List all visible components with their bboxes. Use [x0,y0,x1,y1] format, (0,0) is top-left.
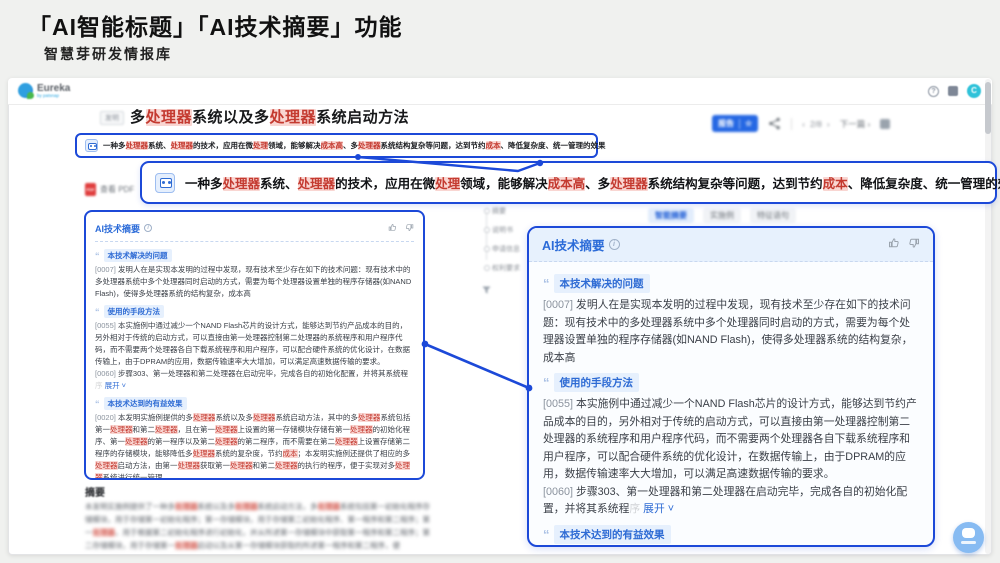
summary-section-label: 本技术解决的问题 [103,249,172,262]
panel-title: AI技术摘要 [542,239,605,253]
tab-smart-summary[interactable]: 智能摘要 [648,208,694,223]
panel-body: “本技术解决的问题 [0007] 发明人在是实现本发明的过程中发现，现有技术至少存… [529,262,933,546]
ai-robot-icon [85,139,98,152]
star-icon[interactable]: ☆ [745,119,752,128]
summary-tabs: 智能摘要 实施例 特征语句 [648,208,796,223]
report-button[interactable]: 报告 ☆ [712,115,759,132]
ai-summary-panel-magnified: AI技术摘要 i “本技术解决的问题 [0007] 发明人在是实现本发明的过程中发… [527,226,935,547]
quote-icon: “ [543,276,550,291]
summary-section: “本技术达到的有益效果 [0020] 本发明实施例提供的多处理器系统以及多处理器系… [95,397,414,480]
view-pdf-link[interactable]: PDF 查看 PDF [85,183,134,196]
ai-title-line: 一种多处理器系统、处理器的技术，应用在微处理领域，能够解决成本高、多处理器系统结… [75,133,606,158]
filter-icon[interactable] [482,286,491,295]
report-label: 报告 [718,119,734,128]
expand-link[interactable]: 展开 ˅ [640,503,674,515]
paragraph-ref: [0055] [95,321,118,330]
slide: 「AI智能标题」「AI技术摘要」功能 智慧芽研发情报库 Eureka by pa… [0,0,1000,563]
summary-section-label: 本技术达到的有益效果 [103,397,187,410]
quote-icon: “ [95,250,100,261]
summary-section: “使用的手段方法 [0055] 本实施例中通过减少一个NAND Flash芯片的设… [95,305,414,392]
summary-section-label: 使用的手段方法 [553,373,639,392]
summary-section-label: 本技术达到的有益效果 [553,524,671,544]
thumbs-down-icon[interactable] [908,236,920,254]
tab-feature-sentences[interactable]: 特征语句 [750,208,796,223]
panel-title: AI技术摘要 [95,223,141,234]
ai-robot-icon [155,172,175,193]
quote-icon: “ [95,306,100,317]
pdf-icon: PDF [85,183,96,196]
quote-icon: “ [543,375,550,390]
expand-link[interactable]: 展开 ˅ [103,381,126,390]
prev-page-icon[interactable]: ‹ [802,119,805,129]
slide-title: 「AI智能标题」「AI技术摘要」功能 [28,14,403,40]
ai-title-text-magnified: 一种多处理器系统、处理器的技术，应用在微处理领域，能够解决成本高、多处理器系统结… [185,177,1000,191]
summary-section-label: 使用的手段方法 [103,305,164,318]
patent-title: 多处理器系统以及多处理器系统启动方法 [130,109,410,126]
quote-icon: “ [95,398,100,409]
summary-section: “本技术解决的问题 [0007] 发明人在是实现本发明的过程中发现，现有技术至少存… [95,249,414,300]
thumbs-up-icon[interactable] [888,236,900,254]
ai-title-text: 一种多处理器系统、处理器的技术，应用在微处理领域，能够解决成本高、多处理器系统结… [103,141,606,150]
ai-summary-panel: AI技术摘要 i “本技术解决的问题 [0007] 发明人在是实现本发明的过程中发… [84,210,425,480]
patent-type-tag: 发明 [100,111,124,125]
paragraph-ref: [0020] [95,413,118,422]
share-icon[interactable] [768,117,781,130]
thumbs-up-icon[interactable] [388,219,397,237]
app-header [8,78,992,105]
paragraph-ref: [0060] [543,485,577,498]
paragraph-ref: [0007] [543,299,577,311]
nav-item-application[interactable]: 申请信息 [482,244,520,254]
summary-paragraph: [0020] 本发明实施例提供的多处理器系统以及多处理器系统启动方法，其中的多处… [95,413,411,480]
nav-item-description[interactable]: 说明书 [482,225,520,235]
summary-section: “本技术达到的有益效果[0020] 本发明实施例提供的多处理器系统以及多处理器系… [543,524,919,546]
avatar[interactable]: C [967,84,981,98]
toolbar: 报告 ☆ ‹ 2/8 › 下一篇 › [712,115,891,132]
apps-grid-icon[interactable] [948,86,958,96]
assistant-chat-button[interactable] [953,522,984,553]
pager-count: 2/8 [810,118,822,129]
info-icon[interactable]: i [144,224,153,232]
layout-icon[interactable] [880,118,891,129]
nav-item-claims[interactable]: 权利要求 [482,263,520,273]
summary-paragraph: [0007] 发明人在是实现本发明的过程中发现，现有技术至少存在如下的技术问题：… [95,265,412,298]
abstract-text-blurred: 本发明实施例提供了一种多处理器系统以及多处理器系统启动方法，多处理器系统包括第一… [85,502,430,550]
summary-paragraph: [0055] 本实施例中通过减少一个NAND Flash芯片的设计方式，能够达到… [543,398,917,480]
summary-section: “使用的手段方法 [0055] 本实施例中通过减少一个NAND Flash芯片的设… [543,373,919,519]
ai-title-callout-magnified: 一种多处理器系统、处理器的技术，应用在微处理领域，能够解决成本高、多处理器系统结… [140,161,1000,204]
summary-paragraph: [0060] 步骤303、第一处理器和第二处理器在启动完毕，完成各自的初始化配置… [543,485,908,516]
panel-body: “本技术解决的问题 [0007] 发明人在是实现本发明的过程中发现，现有技术至少存… [95,242,414,480]
summary-section-label: 本技术解决的问题 [553,274,650,293]
scrollbar-track[interactable] [985,79,991,554]
button-divider [739,118,740,129]
abstract-heading: 摘要 [85,488,105,499]
pdf-label: 查看 PDF [100,185,135,194]
summary-paragraph: [0055] 本实施例中通过减少一个NAND Flash芯片的设计方式，能够达到… [95,321,410,366]
eureka-logo-icon [18,83,34,99]
slide-subtitle: 智慧芽研发情报库 [44,46,172,62]
thumbs-down-icon[interactable] [405,219,414,237]
eureka-logo[interactable]: Eureka by patsnap [18,82,71,99]
summary-paragraph: [0060] 步骤303、第一处理器和第二处理器在启动完毕，完成各自的初始化配置… [95,369,408,390]
scrollbar-thumb[interactable] [985,82,991,134]
quote-icon: “ [543,526,550,542]
toolbar-divider [791,117,793,130]
info-icon[interactable]: i [608,239,620,250]
tab-embodiments[interactable]: 实施例 [703,208,741,223]
paragraph-ref: [0055] [543,398,577,410]
paragraph-ref: [0060] [95,369,118,378]
next-doc-button[interactable]: 下一篇 › [840,118,871,130]
summary-paragraph: [0007] 发明人在是实现本发明的过程中发现，现有技术至少存在如下的技术问题：… [543,299,913,364]
paragraph-ref: [0007] [95,265,118,274]
nav-item-abstract[interactable]: 摘要 [482,206,520,216]
logo-text: Eureka [37,82,71,94]
next-page-icon[interactable]: › [827,119,830,129]
help-icon[interactable]: ? [928,85,939,97]
summary-section: “本技术解决的问题 [0007] 发明人在是实现本发明的过程中发现，现有技术至少存… [543,274,919,367]
anchor-nav: 摘要 说明书 申请信息 权利要求 [482,206,520,300]
